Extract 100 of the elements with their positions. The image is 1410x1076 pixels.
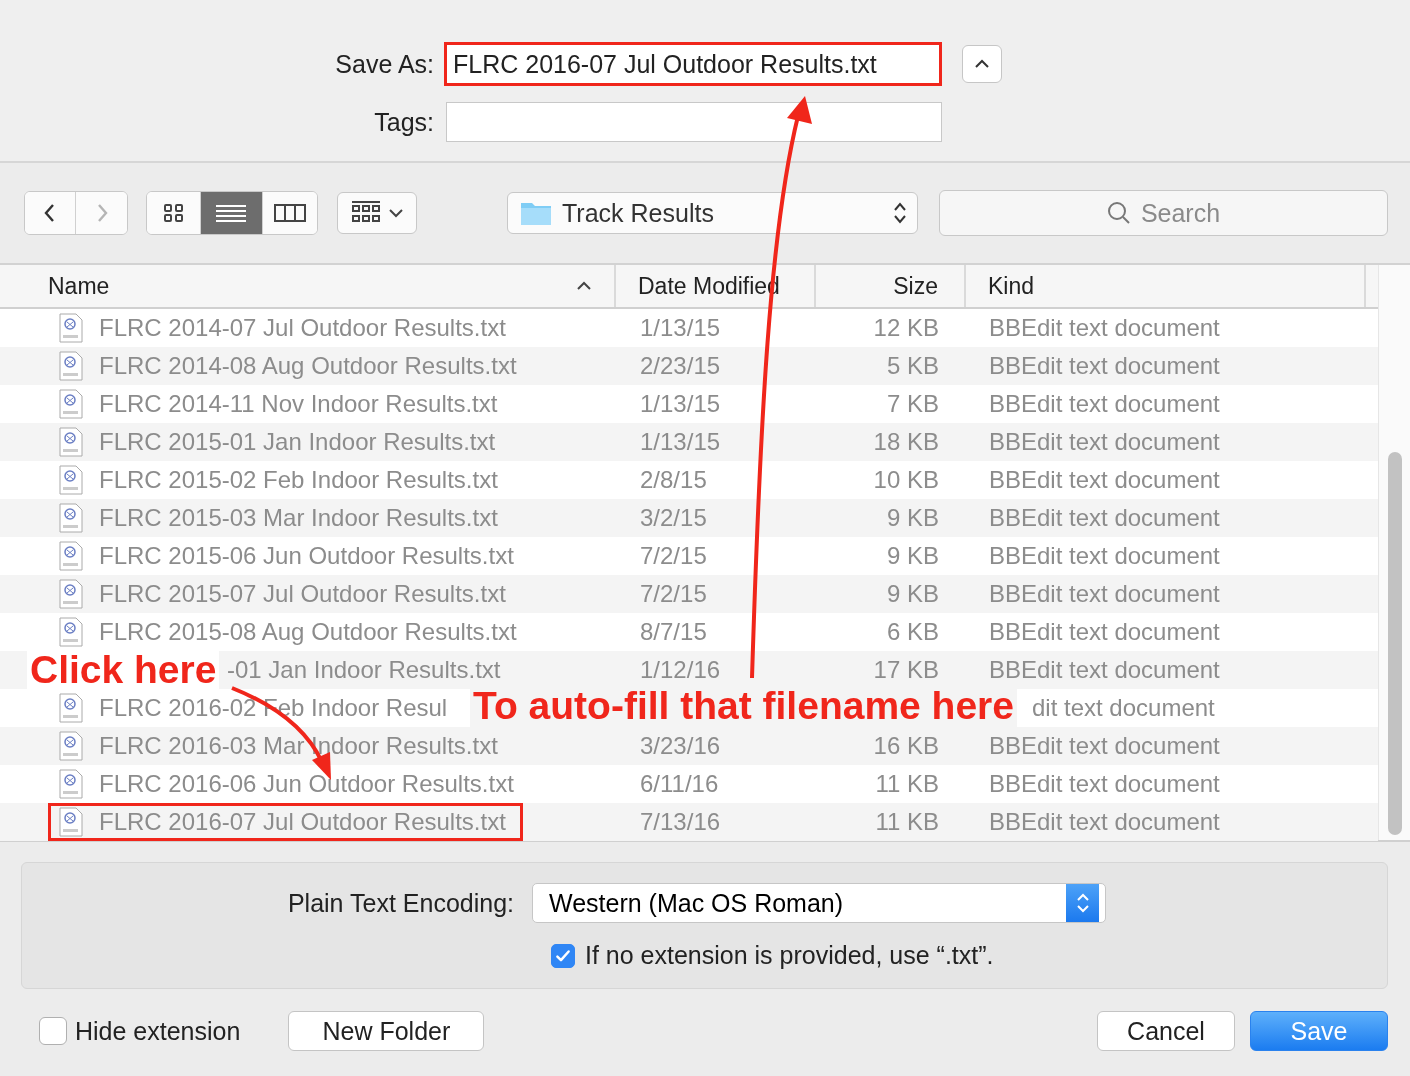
arrange-button[interactable]: [337, 192, 417, 234]
field-label: Tags:: [373, 107, 435, 137]
up-down-arrows-icon: [893, 201, 907, 225]
text-file-icon: [59, 579, 83, 609]
encoding-label: Plain Text Encoding:: [286, 888, 515, 918]
date-modified: 3/23/16: [640, 732, 721, 760]
file-kind: dit text document: [1032, 694, 1215, 722]
date-modified: 3/2/15: [640, 504, 707, 532]
file-size: 10 KB: [873, 466, 939, 494]
file-kind: BBEdit text document: [989, 618, 1220, 646]
date-modified: 2/8/15: [640, 466, 707, 494]
chevron-down-icon: [389, 208, 403, 218]
date-modified: 1/12/16: [640, 656, 721, 684]
text-file-icon: [59, 427, 83, 457]
file-size: 11 KB: [875, 808, 939, 836]
file-name: FLRC 2015-07 Jul Outdoor Results.txt: [99, 580, 506, 608]
encoding-popup[interactable]: Western (Mac OS Roman): [532, 883, 1106, 923]
file-kind: BBEdit text document: [989, 770, 1220, 798]
file-size: 5 KB: [886, 352, 939, 380]
file-kind: BBEdit text document: [989, 390, 1220, 418]
scrollbar[interactable]: [1378, 265, 1410, 840]
text-file-icon: [59, 465, 83, 495]
text-file-icon: [59, 693, 83, 723]
file-name: FLRC 2015-03 Mar Indoor Results.txt: [99, 504, 498, 532]
search-icon: [1106, 201, 1131, 225]
file-size: 17 KB: [873, 656, 939, 684]
column-header[interactable]: Kind: [966, 265, 1366, 307]
date-modified: 1/13/15: [640, 428, 721, 456]
file-name: -01 Jan Indoor Results.txt: [227, 656, 501, 684]
file-kind: BBEdit text document: [989, 504, 1220, 532]
file-name: FLRC 2014-08 Aug Outdoor Results.txt: [99, 352, 517, 380]
file-size: 9 KB: [886, 504, 939, 532]
file-name: FLRC 2015-01 Jan Indoor Results.txt: [99, 428, 496, 456]
text-file-icon: [59, 731, 83, 761]
date-modified: 2/23/15: [640, 352, 721, 380]
tags-field[interactable]: [446, 102, 942, 142]
chevron-up-icon: [974, 59, 990, 69]
text-file-icon: [59, 807, 83, 837]
file-kind: BBEdit text document: [989, 656, 1220, 684]
file-size: 16 KB: [873, 732, 939, 760]
file-name: FLRC 2014-07 Jul Outdoor Results.txt: [99, 314, 506, 342]
button[interactable]: Cancel: [1097, 1011, 1235, 1051]
file-name: FLRC 2016-07 Jul Outdoor Results.txt: [99, 808, 506, 836]
file-kind: BBEdit text document: [989, 466, 1220, 494]
checkbox-label: Hide extension: [75, 1016, 241, 1046]
file-kind: BBEdit text document: [989, 314, 1220, 342]
back-button[interactable]: [25, 192, 76, 234]
file-size: 9 KB: [886, 580, 939, 608]
text-file-icon: [59, 769, 83, 799]
text-file-icon: [59, 541, 83, 571]
grid-icon: [163, 203, 184, 223]
date-modified: 1/13/15: [640, 314, 721, 342]
collapse-button[interactable]: [962, 45, 1002, 83]
columns-icon: [274, 203, 306, 223]
list-icon: [215, 203, 248, 223]
checkbox-label: If no extension is provided, use “.txt”.: [585, 941, 994, 970]
text-file-icon: [59, 389, 83, 419]
date-modified: 7/2/15: [640, 580, 707, 608]
file-name: FLRC 2016-06 Jun Outdoor Results.txt: [99, 770, 514, 798]
date-modified: 1/13/15: [640, 390, 721, 418]
date-modified: 8/7/15: [640, 618, 707, 646]
sort-up-icon: [576, 281, 592, 291]
date-modified: 7/2/15: [640, 542, 707, 570]
checkbox[interactable]: [39, 1017, 67, 1045]
file-name: FLRC 2016-03 Mar Indoor Results.txt: [99, 732, 498, 760]
file-name: FLRC 2015-06 Jun Outdoor Results.txt: [99, 542, 514, 570]
view-mode-button[interactable]: [201, 192, 263, 234]
text-file-icon: [59, 351, 83, 381]
date-modified: 7/13/16: [640, 808, 721, 836]
column-header[interactable]: Name: [0, 265, 616, 307]
text-file-icon: [59, 313, 83, 343]
column-header[interactable]: Size: [816, 265, 966, 307]
file-kind: BBEdit text document: [989, 542, 1220, 570]
file-kind: BBEdit text document: [989, 428, 1220, 456]
location-popup[interactable]: Track Results: [507, 192, 918, 234]
file-kind: BBEdit text document: [989, 580, 1220, 608]
file-size: 6 KB: [886, 618, 939, 646]
date-modified: 6/11/16: [640, 770, 719, 798]
file-size: 12 KB: [873, 314, 939, 342]
file-name: FLRC 2015-08 Aug Outdoor Results.txt: [99, 618, 517, 646]
text-file-icon: [59, 617, 83, 647]
file-kind: BBEdit text document: [989, 808, 1220, 836]
file-name: FLRC 2015-02 Feb Indoor Results.txt: [99, 466, 498, 494]
checkbox[interactable]: [551, 943, 575, 968]
filename-field[interactable]: FLRC 2016-07 Jul Outdoor Results.txt: [444, 42, 942, 86]
file-kind: BBEdit text document: [989, 352, 1220, 380]
scroll-thumb[interactable]: [1388, 452, 1402, 835]
view-mode-button[interactable]: [263, 192, 317, 234]
field-label: Save As:: [334, 49, 435, 79]
file-kind: BBEdit text document: [989, 732, 1220, 760]
view-mode-button[interactable]: [147, 192, 201, 234]
file-size: 18 KB: [873, 428, 939, 456]
file-size: 7 KB: [886, 390, 939, 418]
up-down-arrows-icon: [1075, 891, 1090, 915]
file-size: 9 KB: [886, 542, 939, 570]
file-name: FLRC 2014-11 Nov Indoor Results.txt: [99, 390, 498, 418]
folder-icon: [520, 200, 552, 226]
file-size: 11 KB: [875, 770, 939, 798]
button[interactable]: New Folder: [288, 1011, 485, 1051]
text-file-icon: [59, 503, 83, 533]
